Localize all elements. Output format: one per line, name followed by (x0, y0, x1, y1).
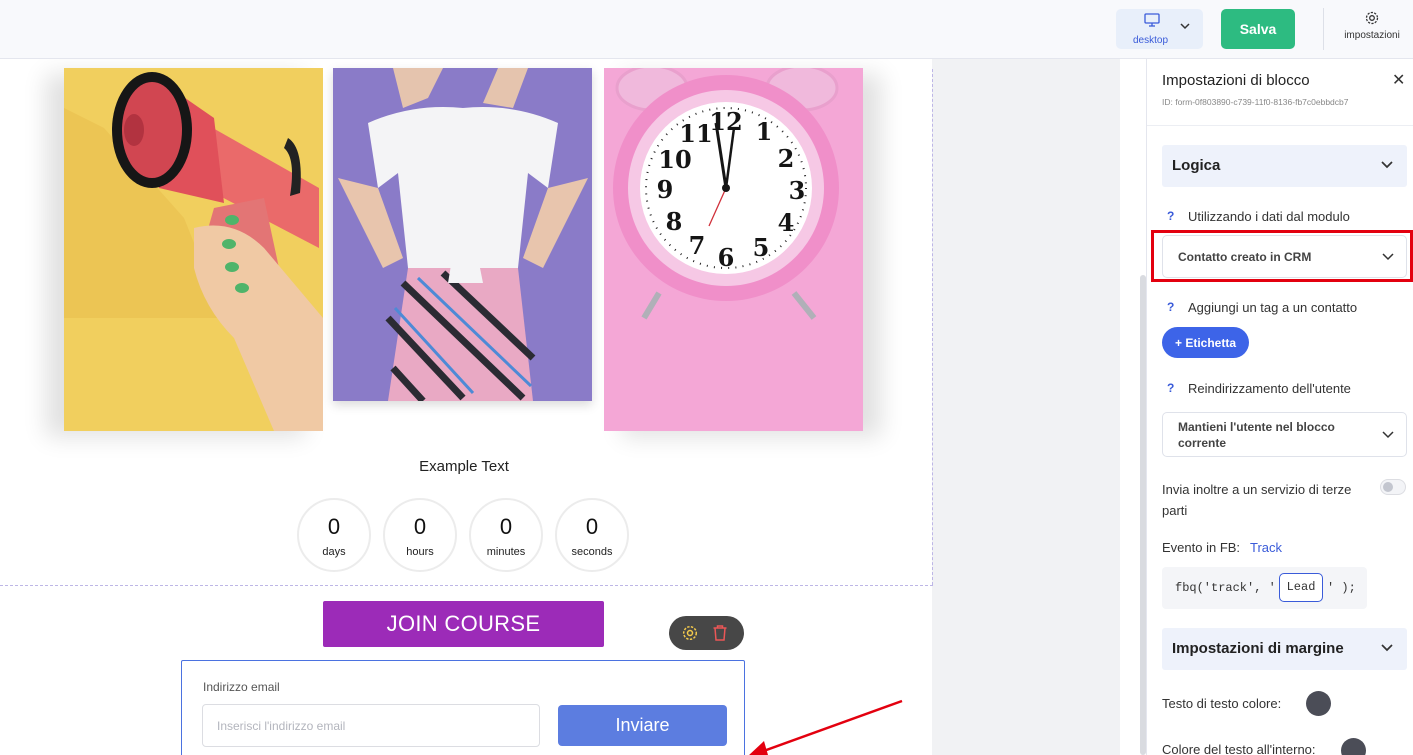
countdown-days: 0 days (297, 498, 371, 572)
canvas-gutter (932, 59, 1120, 755)
join-course-button[interactable]: JOIN COURSE (323, 601, 604, 647)
redirect-select-value-line2: corrente (1178, 436, 1227, 450)
countdown-value: 0 (327, 514, 341, 539)
monitor-icon (1144, 13, 1160, 27)
text-color-swatch[interactable] (1306, 691, 1331, 716)
fb-event-link[interactable]: Track (1250, 540, 1282, 555)
example-text: Example Text (419, 458, 509, 475)
section-title: Impostazioni di margine (1172, 640, 1344, 657)
editor-canvas: 12 1 2 3 4 5 6 7 8 9 10 11 Example Text … (0, 59, 1120, 755)
countdown-value: 0 (413, 514, 427, 539)
help-icon[interactable]: ? (1167, 300, 1174, 314)
panel-title: Impostazioni di blocco (1162, 72, 1310, 89)
save-button[interactable]: Salva (1221, 9, 1295, 49)
block-settings-panel: Impostazioni di blocco ✕ ID: form-0f8038… (1146, 59, 1413, 755)
countdown-unit: hours (406, 546, 434, 558)
add-tag-label: Aggiungi un tag a un contatto (1188, 300, 1358, 315)
svg-text:6: 6 (718, 243, 735, 272)
countdown-unit: seconds (571, 546, 613, 558)
email-form-block[interactable]: Indirizzo email Inviare (181, 660, 745, 755)
svg-text:12: 12 (709, 107, 742, 136)
countdown-seconds: 0 seconds (555, 498, 629, 572)
email-field[interactable] (202, 704, 540, 747)
using-data-label: Utilizzando i dati dal modulo (1188, 209, 1350, 224)
annotation-arrow-icon (749, 699, 903, 755)
svg-text:7: 7 (689, 231, 706, 260)
fb-event-label: Evento in FB: (1162, 540, 1241, 555)
chevron-down-icon (1180, 23, 1190, 30)
countdown-value: 0 (499, 514, 513, 539)
inner-text-color-label: Colore del testo all'interno: (1162, 742, 1316, 755)
third-party-toggle[interactable] (1380, 479, 1406, 495)
countdown-minutes: 0 minutes (469, 498, 543, 572)
svg-text:11: 11 (679, 119, 712, 148)
svg-text:5: 5 (753, 233, 770, 262)
fbq-event-input[interactable]: Lead (1279, 573, 1323, 602)
chevron-down-icon (1381, 644, 1393, 652)
settings-label: impostazioni (1344, 30, 1400, 41)
third-party-label: Invia inoltre a un servizio di terze par… (1162, 479, 1351, 521)
countdown-value: 0 (585, 514, 599, 539)
svg-text:1: 1 (756, 117, 773, 146)
add-tag-button[interactable]: + Etichetta (1162, 327, 1249, 358)
countdown-unit: days (322, 546, 346, 558)
top-toolbar: desktop Salva impostazioni (0, 0, 1413, 59)
block-boundary-horizontal (0, 585, 933, 586)
device-label: desktop (1133, 35, 1169, 46)
help-icon[interactable]: ? (1167, 381, 1174, 395)
redirect-label: Reindirizzamento dell'utente (1188, 381, 1351, 396)
block-toolbar (669, 616, 744, 650)
toggle-knob (1383, 482, 1393, 492)
gear-icon[interactable] (681, 624, 699, 642)
block-boundary-vertical (932, 69, 933, 585)
fbq-code-snippet: fbq('track', ' Lead ' ); (1162, 567, 1367, 609)
logic-section-header[interactable]: Logica (1162, 145, 1407, 187)
text-color-label: Testo di testo colore: (1162, 696, 1282, 711)
trash-icon[interactable] (712, 624, 728, 642)
svg-text:4: 4 (778, 208, 795, 237)
close-icon[interactable]: ✕ (1392, 73, 1405, 89)
submit-button[interactable]: Inviare (558, 705, 727, 746)
panel-divider (1147, 125, 1413, 126)
email-field-label: Indirizzo email (203, 680, 280, 694)
redirect-select-value: Mantieni l'utente nel blocco corrente (1178, 419, 1335, 451)
woman-image (333, 68, 592, 401)
fbq-prefix: fbq('track', ' (1175, 581, 1276, 595)
redirect-select-value-line1: Mantieni l'utente nel blocco (1178, 420, 1335, 434)
inner-text-color-swatch[interactable] (1341, 738, 1366, 755)
svg-text:8: 8 (666, 207, 683, 236)
alarm-clock-image: 12 1 2 3 4 5 6 7 8 9 10 11 (604, 68, 863, 431)
gear-icon (1365, 11, 1379, 25)
countdown-unit: minutes (486, 546, 526, 558)
countdown-hours: 0 hours (383, 498, 457, 572)
fbq-suffix: ' ); (1327, 581, 1356, 595)
margin-section-header[interactable]: Impostazioni di margine (1162, 628, 1407, 670)
block-id: ID: form-0f803890-c739-11f0-8136-fb7c0eb… (1162, 97, 1349, 107)
redirect-select[interactable]: Mantieni l'utente nel blocco corrente (1162, 412, 1407, 457)
help-icon[interactable]: ? (1167, 209, 1174, 223)
settings-button[interactable]: impostazioni (1337, 10, 1407, 50)
section-title: Logica (1172, 157, 1221, 174)
third-party-label-line2: parti (1162, 503, 1188, 518)
toolbar-divider (1323, 8, 1324, 50)
svg-text:3: 3 (789, 176, 806, 205)
svg-text:2: 2 (778, 144, 795, 173)
svg-text:9: 9 (657, 175, 674, 204)
svg-text:10: 10 (658, 145, 691, 174)
chevron-down-icon (1382, 431, 1394, 439)
megaphone-image (64, 68, 323, 431)
highlight-annotation (1151, 230, 1413, 282)
chevron-down-icon (1381, 161, 1393, 169)
device-selector[interactable]: desktop (1116, 9, 1203, 49)
third-party-label-line1: Invia inoltre a un servizio di terze (1162, 482, 1352, 497)
